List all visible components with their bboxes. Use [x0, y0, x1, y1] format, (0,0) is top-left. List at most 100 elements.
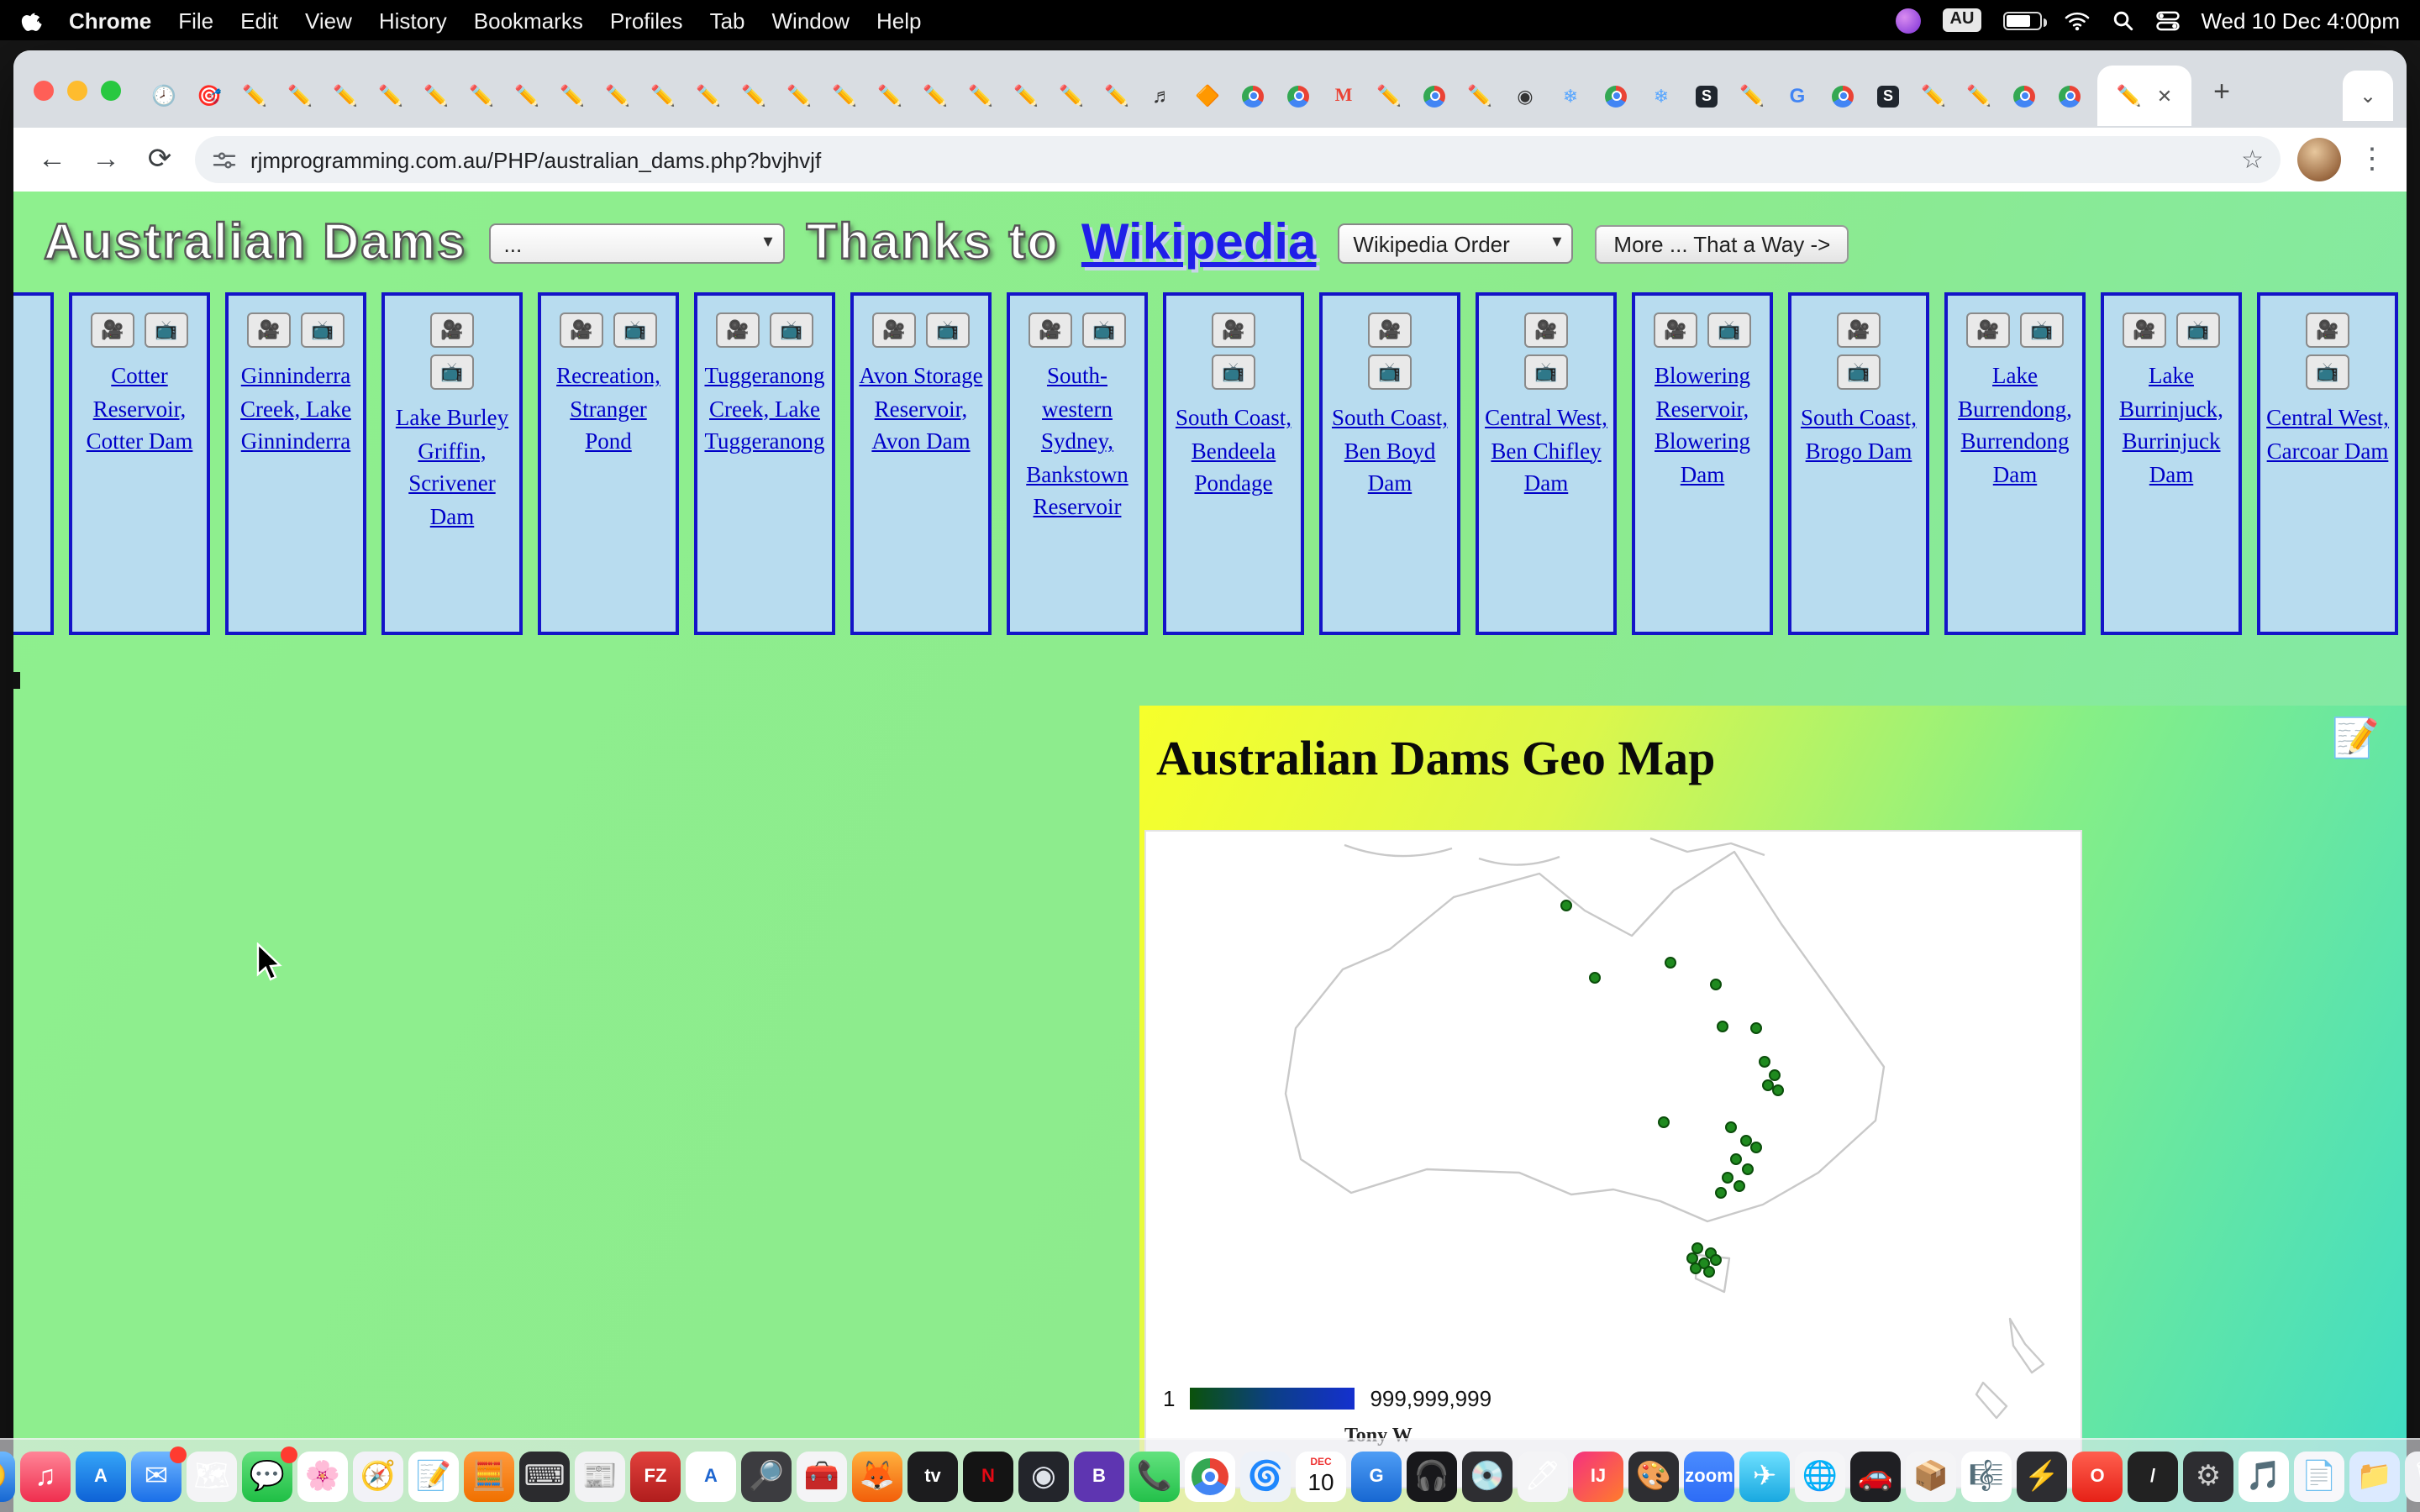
menu-item-chrome[interactable]: Chrome: [69, 8, 151, 33]
browser-tab[interactable]: M: [1321, 71, 1366, 121]
camera-icon[interactable]: 🎥: [1368, 312, 1412, 348]
camera-icon[interactable]: 🎥: [1654, 312, 1697, 348]
dam-select[interactable]: ...: [489, 223, 785, 264]
minimize-window-button[interactable]: [67, 81, 87, 101]
dam-link[interactable]: Lake Burrendong, Burrendong Dam: [1948, 358, 2082, 493]
dam-link[interactable]: Blowering Reservoir, Blowering Dam: [1635, 358, 1770, 493]
url-text[interactable]: rjmprogramming.com.au/PHP/australian_dam…: [250, 147, 2228, 172]
dock-icon[interactable]: 🧰: [797, 1451, 847, 1501]
dam-link[interactable]: Lake Burrinjuck, Burrinjuck Dam: [2104, 358, 2238, 493]
map-marker[interactable]: [1665, 956, 1677, 968]
map-marker[interactable]: [1749, 1022, 1761, 1034]
browser-tab[interactable]: [1820, 71, 1865, 121]
browser-tab[interactable]: ✏️: [913, 71, 958, 121]
dock-icon[interactable]: N: [963, 1451, 1013, 1501]
camera-icon[interactable]: 🎥: [1524, 312, 1568, 348]
map-marker[interactable]: [1717, 1021, 1728, 1032]
browser-tab[interactable]: ✏️: [323, 71, 368, 121]
map-marker[interactable]: [1590, 972, 1602, 984]
dock-icon[interactable]: DEC10: [1296, 1451, 1346, 1501]
dock-icon[interactable]: ⌨: [519, 1451, 570, 1501]
dock-icon[interactable]: O: [2072, 1451, 2123, 1501]
dock-icon[interactable]: /: [2128, 1451, 2178, 1501]
menu-item-bookmarks[interactable]: Bookmarks: [474, 8, 583, 33]
dock-icon[interactable]: 🧮: [464, 1451, 514, 1501]
tv-icon[interactable]: 📺: [2020, 312, 2064, 348]
dam-link[interactable]: Central West, Carcoar Dam: [2260, 400, 2395, 469]
address-bar[interactable]: rjmprogramming.com.au/PHP/australian_dam…: [195, 136, 2281, 183]
menu-item-edit[interactable]: Edit: [240, 8, 278, 33]
menu-item-history[interactable]: History: [379, 8, 447, 33]
menu-item-view[interactable]: View: [305, 8, 352, 33]
dock-icon[interactable]: 📦: [1906, 1451, 1956, 1501]
camera-icon[interactable]: 🎥: [247, 312, 291, 348]
browser-tab[interactable]: ✏️: [776, 71, 822, 121]
browser-tab[interactable]: G: [1775, 71, 1820, 121]
menu-item-profiles[interactable]: Profiles: [610, 8, 683, 33]
browser-menu-icon[interactable]: ⋮: [2358, 143, 2386, 176]
browser-tab[interactable]: [1230, 71, 1276, 121]
dam-link[interactable]: Cotter Reservoir, Cotter Dam: [72, 358, 207, 459]
dam-link[interactable]: Central West, Ben Chifley Dam: [1479, 400, 1613, 501]
map-marker[interactable]: [1560, 900, 1571, 912]
wifi-icon[interactable]: [2063, 9, 2090, 31]
dam-link[interactable]: Tuggeranong Creek, Lake Tuggeranong: [697, 358, 832, 459]
dock-icon[interactable]: ♫: [20, 1451, 71, 1501]
dock-icon[interactable]: 🗑: [2405, 1451, 2420, 1501]
browser-tab[interactable]: 🔶: [1185, 71, 1230, 121]
menu-item-help[interactable]: Help: [876, 8, 922, 33]
dock-icon[interactable]: tv: [908, 1451, 958, 1501]
map-marker[interactable]: [1710, 979, 1722, 991]
dock-icon[interactable]: ◉: [1018, 1451, 1069, 1501]
map-marker[interactable]: [1773, 1084, 1785, 1095]
wikipedia-link[interactable]: Wikipedia: [1081, 215, 1317, 272]
browser-tab[interactable]: ✏️: [1094, 71, 1139, 121]
dock-icon[interactable]: 📄: [2294, 1451, 2344, 1501]
more-that-a-way-button[interactable]: More ... That a Way ->: [1595, 224, 1849, 263]
active-tab[interactable]: ✏️ ✕: [2097, 66, 2191, 126]
browser-tab[interactable]: ✏️: [504, 71, 550, 121]
dam-link[interactable]: Avon Storage Reservoir, Avon Dam: [854, 358, 988, 459]
menubar-app-icon[interactable]: [1897, 8, 1922, 33]
map-marker[interactable]: [1733, 1179, 1745, 1191]
forward-button[interactable]: →: [87, 143, 124, 176]
camera-icon[interactable]: 🎥: [872, 312, 916, 348]
dam-link[interactable]: South-western Sydney, Bankstown Reservoi…: [1010, 358, 1144, 526]
spotlight-search-icon[interactable]: [2112, 9, 2133, 31]
camera-icon[interactable]: 🎥: [2306, 312, 2349, 348]
browser-tab[interactable]: [2002, 71, 2047, 121]
browser-tab[interactable]: ✏️: [232, 71, 277, 121]
profile-avatar[interactable]: [2297, 138, 2341, 181]
browser-tab[interactable]: ✏️: [640, 71, 686, 121]
map-marker[interactable]: [1710, 1253, 1722, 1265]
dock-icon[interactable]: ⚙: [2183, 1451, 2233, 1501]
close-tab-icon[interactable]: ✕: [2157, 85, 2172, 107]
zoom-window-button[interactable]: [101, 81, 121, 101]
dock-icon[interactable]: ✈: [1739, 1451, 1790, 1501]
dock-icon[interactable]: 🔎: [741, 1451, 792, 1501]
tv-icon[interactable]: 📺: [1837, 354, 1881, 390]
dock-icon[interactable]: 🎵: [2238, 1451, 2289, 1501]
menu-item-window[interactable]: Window: [772, 8, 850, 33]
map-marker[interactable]: [1658, 1116, 1670, 1128]
camera-icon[interactable]: 🎥: [560, 312, 603, 348]
browser-tab[interactable]: [1593, 71, 1639, 121]
dock-icon[interactable]: ⚡: [2017, 1451, 2067, 1501]
tv-icon[interactable]: 📺: [1524, 354, 1568, 390]
dock-icon[interactable]: zoom: [1684, 1451, 1734, 1501]
bookmark-star-icon[interactable]: ☆: [2241, 144, 2264, 175]
map-marker[interactable]: [1724, 1122, 1736, 1134]
camera-icon[interactable]: 🎥: [1966, 312, 2010, 348]
map-marker[interactable]: [1761, 1079, 1773, 1090]
camera-icon[interactable]: 🎥: [2123, 312, 2166, 348]
site-settings-icon[interactable]: [212, 147, 237, 172]
control-center-icon[interactable]: [2155, 9, 2179, 31]
map-marker[interactable]: [1722, 1173, 1733, 1184]
tv-icon[interactable]: 📺: [430, 354, 474, 390]
dam-link[interactable]: South Coast, Brogo Dam: [1791, 400, 1926, 469]
tv-icon[interactable]: 📺: [2306, 354, 2349, 390]
tv-icon[interactable]: 📺: [1082, 312, 1126, 348]
dock-icon[interactable]: 🌐: [1795, 1451, 1845, 1501]
browser-tab[interactable]: ✏️: [595, 71, 640, 121]
browser-tab[interactable]: ✏️: [686, 71, 731, 121]
